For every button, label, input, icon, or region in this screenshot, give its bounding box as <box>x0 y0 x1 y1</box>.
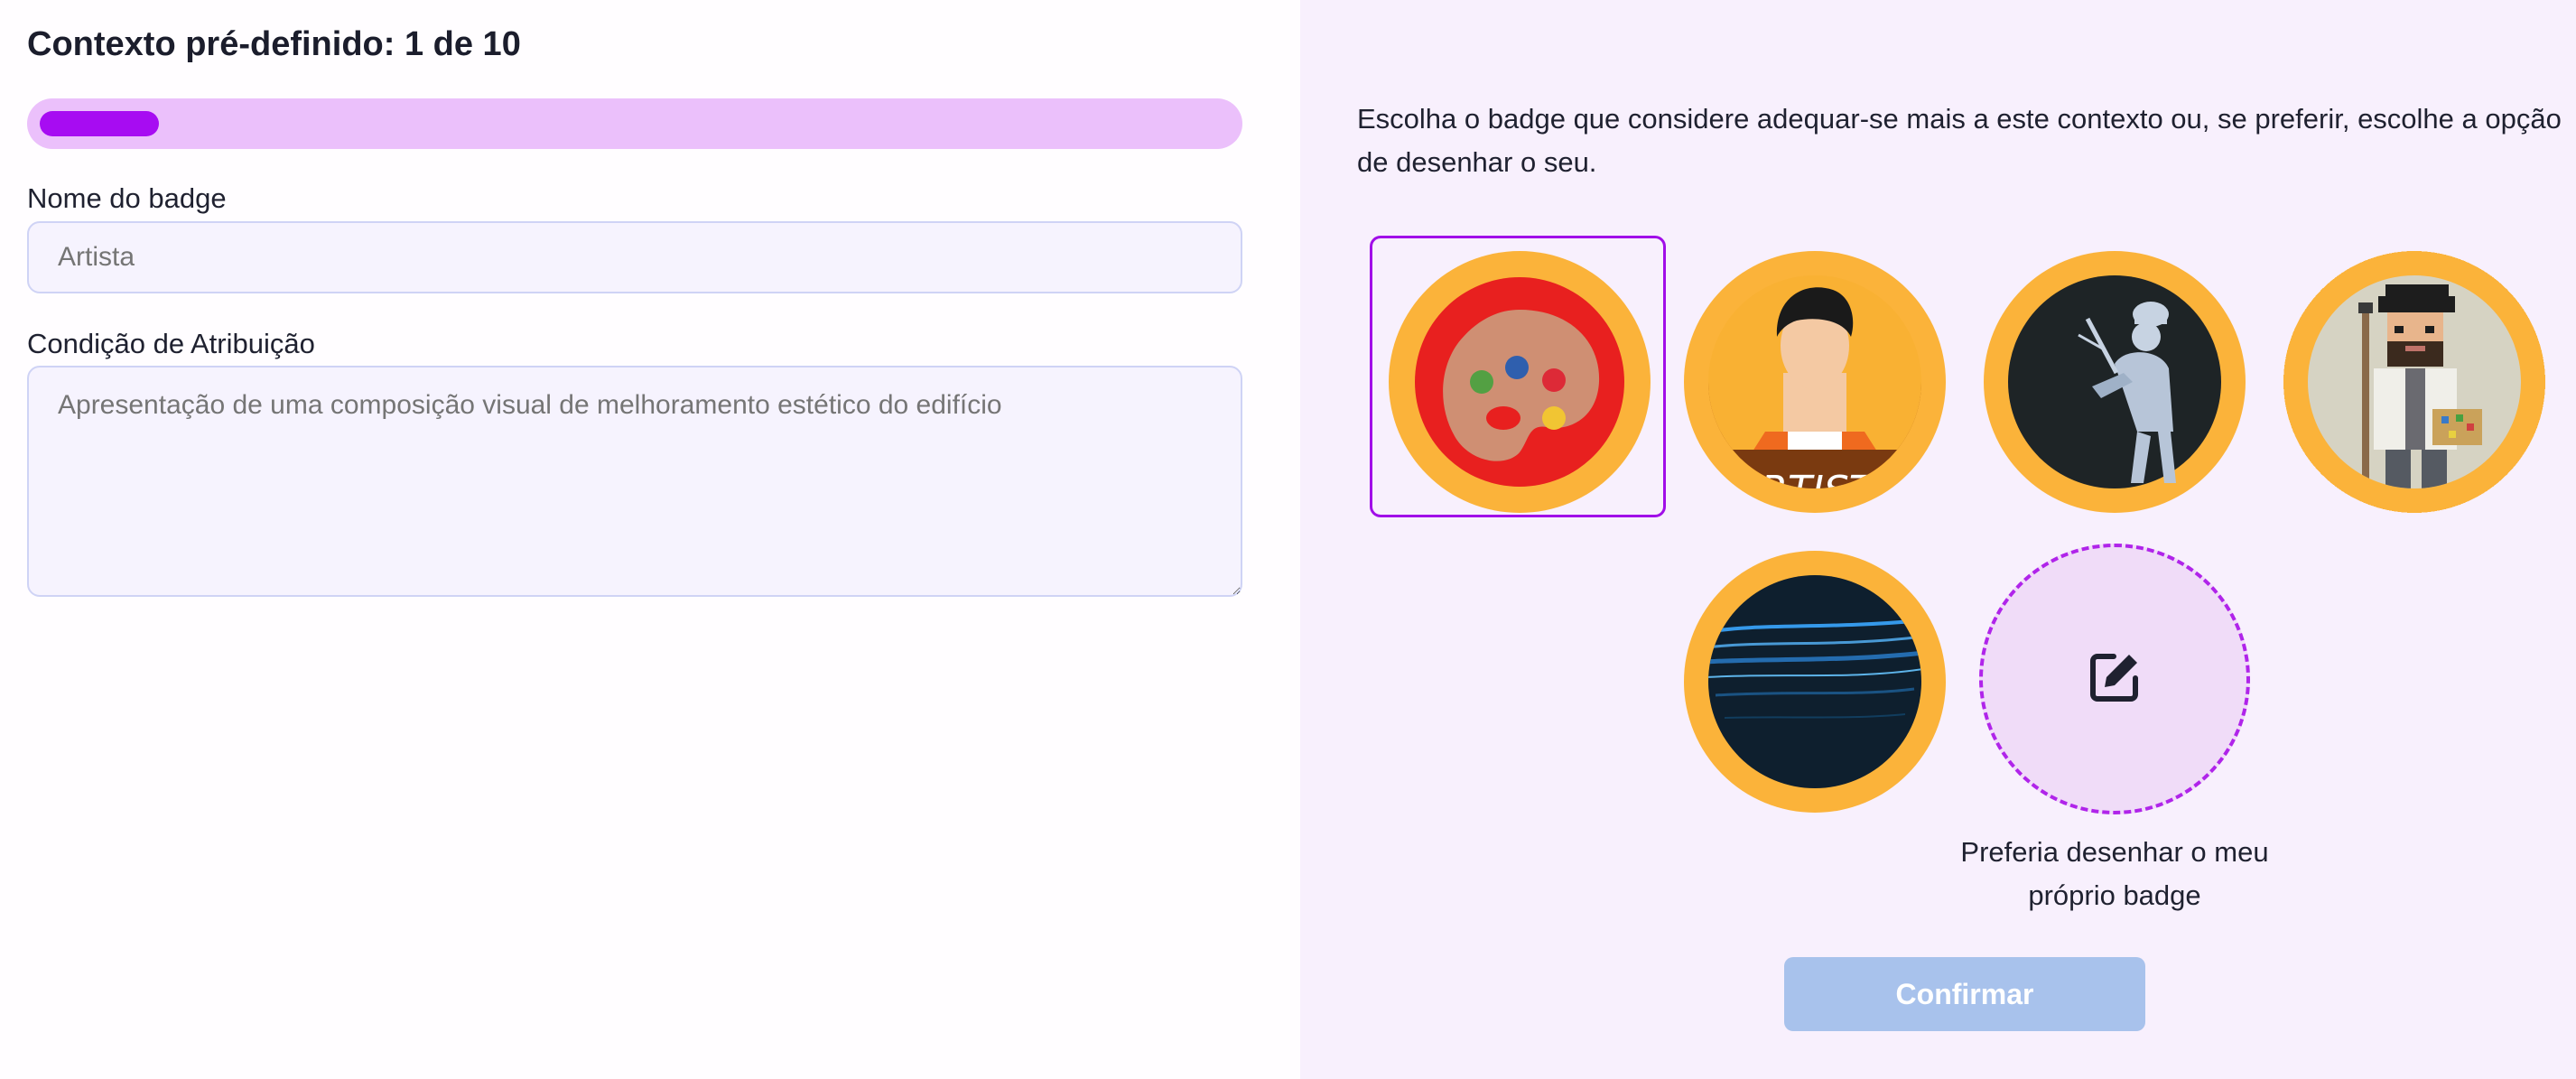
edit-icon <box>2087 649 2143 710</box>
badge-option-light-streaks[interactable] <box>1679 546 1950 817</box>
page: Contexto pré-definido: 1 de 10 Nome do b… <box>0 0 2576 1079</box>
progress-fill <box>40 111 159 136</box>
chooser-instructions: Escolha o badge que considere adequar-se… <box>1357 103 2562 178</box>
condition-textarea[interactable] <box>27 366 1242 597</box>
badge-chooser-panel: Escolha o badge que considere adequar-se… <box>1300 0 2576 1079</box>
badge-option-artist[interactable]: ARTISTA <box>1679 246 1950 517</box>
painter-sketch-icon <box>1979 246 2250 517</box>
page-title: Contexto pré-definido: 1 de 10 <box>27 25 521 63</box>
badge-form-panel: Contexto pré-definido: 1 de 10 Nome do b… <box>0 0 1300 1079</box>
draw-own-badge-circle[interactable] <box>1979 544 2250 814</box>
badge-option-palette[interactable] <box>1370 236 1666 517</box>
badge-name-input[interactable] <box>27 221 1242 293</box>
badge-option-painter-sketch[interactable] <box>1979 246 2250 517</box>
condition-label: Condição de Atribuição <box>27 328 315 359</box>
draw-own-badge-option[interactable]: Preferia desenhar o meu próprio badge <box>1960 544 2269 911</box>
artist-person-icon: ARTISTA <box>1679 246 1950 517</box>
pixel-painter-icon <box>2279 246 2550 517</box>
badge-name-label: Nome do badge <box>27 182 227 214</box>
badge-option-pixel-painter[interactable] <box>2279 246 2550 517</box>
blue-light-streaks-icon <box>1679 546 1950 817</box>
paint-palette-icon <box>1384 246 1655 517</box>
draw-own-badge-label: Preferia desenhar o meu próprio badge <box>1960 836 2269 911</box>
confirm-button[interactable]: Confirmar <box>1784 957 2145 1031</box>
progress-bar <box>27 98 1242 149</box>
